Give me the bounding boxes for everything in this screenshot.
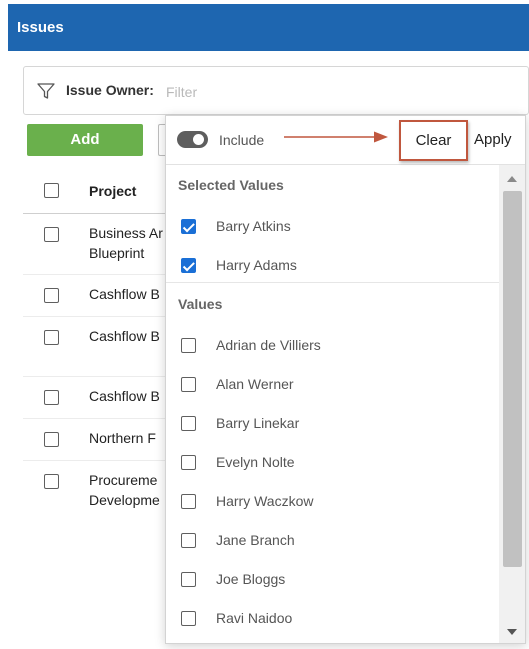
row-project-cell: Cashflow B bbox=[89, 388, 160, 404]
clear-button[interactable]: Clear bbox=[399, 120, 468, 161]
popup-scrollbar[interactable] bbox=[499, 165, 525, 643]
include-label: Include bbox=[219, 132, 265, 148]
funnel-icon[interactable] bbox=[36, 81, 56, 101]
row-divider bbox=[23, 376, 173, 377]
row-divider bbox=[23, 316, 173, 317]
value-checkbox[interactable] bbox=[181, 572, 196, 587]
value-item[interactable]: Barry Linekar bbox=[166, 404, 499, 443]
value-item[interactable]: Harry Waczkow bbox=[166, 482, 499, 521]
scroll-thumb[interactable] bbox=[503, 191, 522, 567]
toggle-knob bbox=[193, 134, 204, 145]
value-checkbox[interactable] bbox=[181, 611, 196, 626]
row-checkbox[interactable] bbox=[44, 227, 59, 242]
row-project-cell: Procureme bbox=[89, 472, 158, 488]
value-item[interactable]: Joe Bloggs bbox=[166, 560, 499, 599]
value-label: Jane Branch bbox=[216, 532, 295, 548]
value-item[interactable]: Evelyn Nolte bbox=[166, 443, 499, 482]
column-header-project[interactable]: Project bbox=[89, 183, 136, 199]
value-checkbox[interactable] bbox=[181, 219, 196, 234]
value-checkbox[interactable] bbox=[181, 338, 196, 353]
issues-header: Issues bbox=[8, 4, 529, 51]
row-project-cell: Cashflow B bbox=[89, 286, 160, 302]
value-checkbox[interactable] bbox=[181, 416, 196, 431]
values-list: Selected Values Values Barry Atkins Harry… bbox=[166, 165, 499, 643]
selected-value-item[interactable]: Barry Atkins bbox=[166, 207, 499, 246]
selected-values-title: Selected Values bbox=[178, 177, 284, 193]
value-label: Harry Adams bbox=[216, 257, 297, 273]
header-divider bbox=[23, 213, 173, 214]
value-item[interactable]: Ravi Naidoo bbox=[166, 599, 499, 638]
annotation-arrow-icon bbox=[284, 131, 388, 143]
row-divider bbox=[23, 274, 173, 275]
row-project-cell: Northern F bbox=[89, 430, 156, 446]
row-checkbox[interactable] bbox=[44, 432, 59, 447]
row-checkbox[interactable] bbox=[44, 474, 59, 489]
row-checkbox[interactable] bbox=[44, 390, 59, 405]
value-checkbox[interactable] bbox=[181, 533, 196, 548]
row-project-cell: Blueprint bbox=[89, 245, 145, 261]
include-toggle[interactable] bbox=[177, 131, 208, 148]
page-title: Issues bbox=[17, 19, 64, 36]
value-checkbox[interactable] bbox=[181, 258, 196, 273]
value-item[interactable]: Alan Werner bbox=[166, 365, 499, 404]
value-label: Adrian de Villiers bbox=[216, 337, 321, 353]
row-checkbox[interactable] bbox=[44, 330, 59, 345]
value-label: Harry Waczkow bbox=[216, 493, 314, 509]
value-label: Joe Bloggs bbox=[216, 571, 286, 587]
value-item[interactable]: Adrian de Villiers bbox=[166, 326, 499, 365]
value-item[interactable]: Jane Branch bbox=[166, 521, 499, 560]
row-project-cell: Business Ar bbox=[89, 225, 163, 241]
selected-value-item[interactable]: Harry Adams bbox=[166, 246, 499, 285]
scroll-down-arrow-icon[interactable] bbox=[507, 629, 517, 635]
value-label: Evelyn Nolte bbox=[216, 454, 295, 470]
row-project-cell: Cashflow B bbox=[89, 328, 160, 344]
values-title: Values bbox=[178, 296, 223, 312]
value-checkbox[interactable] bbox=[181, 494, 196, 509]
row-divider bbox=[23, 460, 173, 461]
value-label: Barry Linekar bbox=[216, 415, 300, 431]
filter-input[interactable] bbox=[166, 84, 466, 100]
select-all-checkbox[interactable] bbox=[44, 183, 59, 198]
popup-toolbar: Include Clear Apply bbox=[166, 116, 525, 165]
value-checkbox[interactable] bbox=[181, 455, 196, 470]
apply-button[interactable]: Apply bbox=[474, 131, 512, 148]
filter-bar: Issue Owner: bbox=[23, 66, 529, 115]
scroll-up-arrow-icon[interactable] bbox=[507, 176, 517, 182]
value-label: Ravi Naidoo bbox=[216, 610, 293, 626]
add-button[interactable]: Add bbox=[27, 124, 143, 156]
filter-values-popup: Include Clear Apply Selected Values Valu… bbox=[165, 115, 526, 644]
row-project-cell: Developme bbox=[89, 492, 160, 508]
value-label: Alan Werner bbox=[216, 376, 294, 392]
value-label: Barry Atkins bbox=[216, 218, 291, 234]
filter-label: Issue Owner: bbox=[66, 82, 154, 98]
row-divider bbox=[23, 418, 173, 419]
value-checkbox[interactable] bbox=[181, 377, 196, 392]
row-checkbox[interactable] bbox=[44, 288, 59, 303]
